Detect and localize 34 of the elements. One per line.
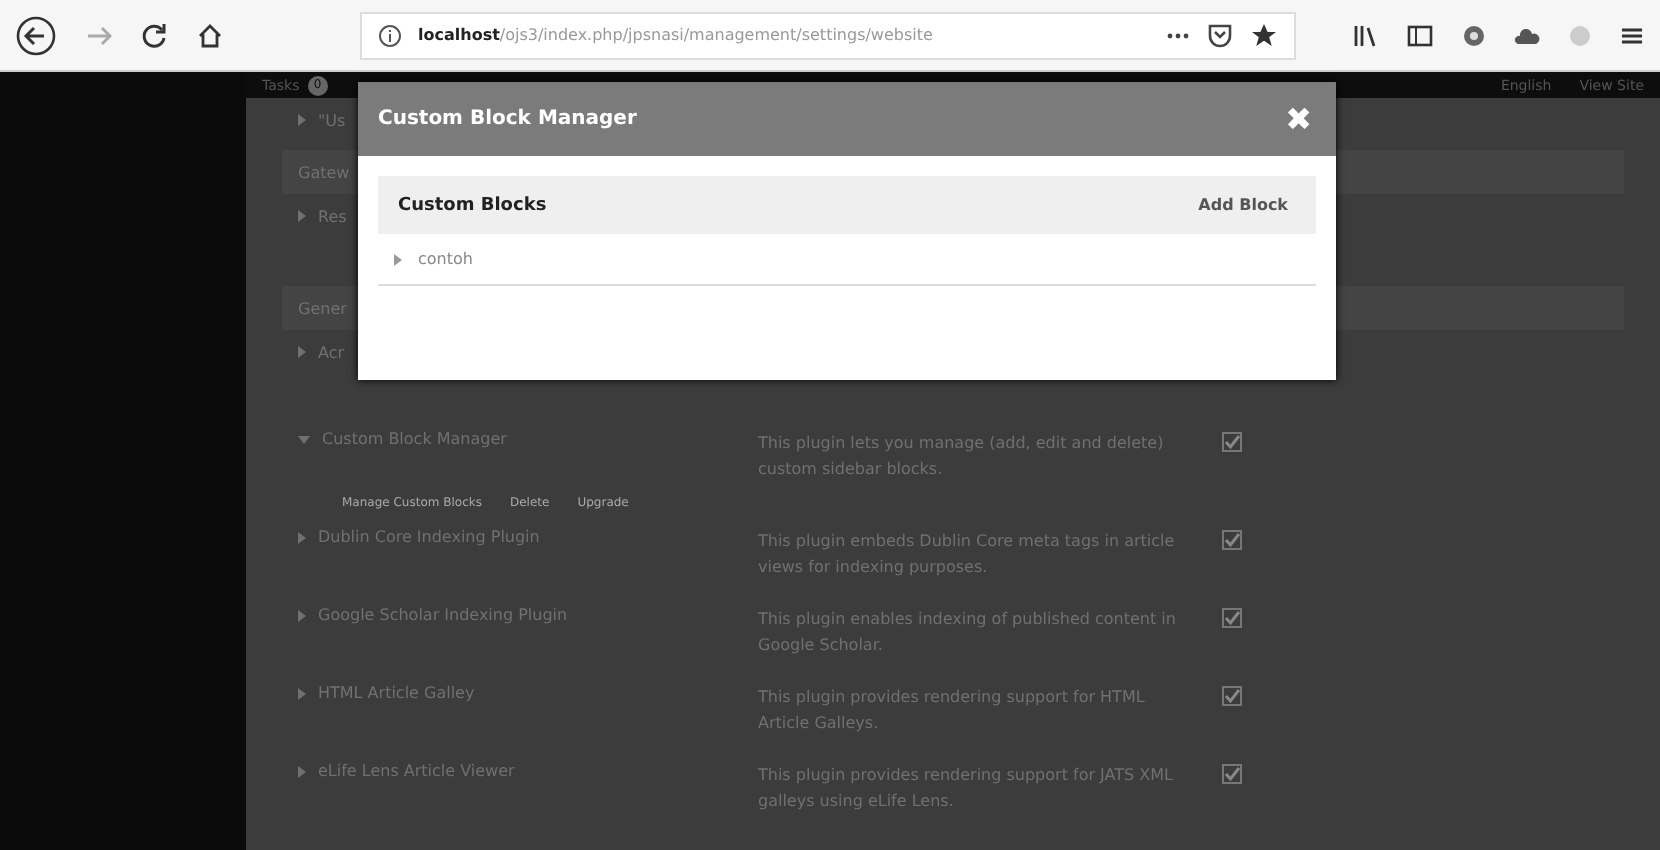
expand-arrow-icon[interactable] — [298, 687, 306, 699]
info-icon — [378, 23, 402, 47]
library-icon[interactable] — [1352, 21, 1378, 49]
home-icon[interactable] — [196, 21, 224, 49]
expand-arrow-icon[interactable] — [298, 765, 306, 777]
expand-arrow-icon[interactable] — [298, 609, 306, 621]
circle-icon[interactable] — [1462, 23, 1486, 47]
block-row[interactable]: contoh — [378, 234, 1316, 286]
collapse-arrow-icon[interactable] — [298, 435, 310, 443]
expand-arrow-icon[interactable] — [298, 346, 306, 358]
section-title: Custom Blocks — [398, 195, 547, 215]
menu-icon[interactable] — [1620, 23, 1644, 47]
enable-checkbox[interactable] — [1222, 530, 1242, 550]
block-name: contoh — [418, 250, 473, 268]
enable-checkbox[interactable] — [1222, 608, 1242, 628]
expand-arrow-icon[interactable] — [298, 210, 306, 222]
address-bar[interactable]: localhost/ojs3/index.php/jpsnasi/management/settings/website — [360, 11, 1296, 59]
url-text: localhost/ojs3/index.php/jpsnasi/management/settings/website — [418, 26, 933, 44]
modal-title: Custom Block Manager — [378, 108, 637, 130]
forward-icon[interactable] — [84, 21, 112, 49]
dot-icon[interactable] — [1568, 23, 1592, 47]
expand-arrow-icon[interactable] — [298, 114, 306, 126]
expand-arrow-icon[interactable] — [298, 531, 306, 543]
enable-checkbox[interactable] — [1222, 432, 1242, 452]
enable-checkbox[interactable] — [1222, 686, 1242, 706]
enable-checkbox[interactable] — [1222, 764, 1242, 784]
cloud-icon[interactable] — [1514, 23, 1540, 47]
reload-icon[interactable] — [140, 21, 168, 49]
back-icon[interactable] — [16, 15, 56, 55]
close-button[interactable]: ✖ — [1285, 100, 1312, 138]
sidebar-icon[interactable] — [1406, 21, 1434, 49]
star-icon[interactable] — [1250, 22, 1278, 48]
shield-icon[interactable] — [1206, 22, 1234, 48]
add-block-button[interactable]: Add Block — [1198, 196, 1288, 214]
